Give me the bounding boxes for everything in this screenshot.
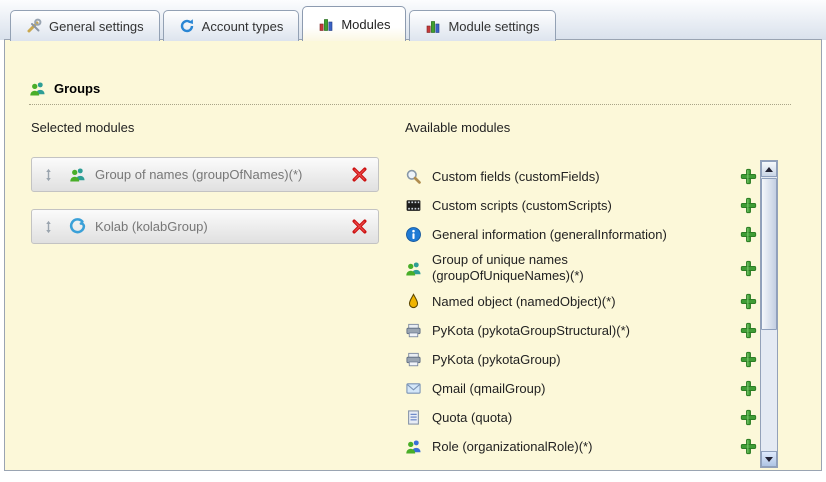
chart-icon [425, 18, 441, 34]
selected-module-item: Kolab (kolabGroup) [31, 209, 379, 244]
available-module-row: PyKota (pykotaGroup) [405, 345, 757, 374]
tab-label: Account types [202, 19, 284, 34]
available-module-row: PyKota (pykotaGroupStructural)(*) [405, 316, 757, 345]
mail-icon [405, 380, 422, 397]
selected-module-label: Group of names (groupOfNames)(*) [95, 167, 351, 182]
section-title: Groups [54, 81, 100, 96]
available-module-row: Role (organizationalRole)(*) [405, 432, 757, 461]
plus-icon[interactable] [740, 322, 757, 339]
wrench-icon [26, 18, 42, 34]
plus-icon[interactable] [740, 293, 757, 310]
drag-handle-icon[interactable] [42, 220, 55, 234]
group-icon [405, 260, 422, 277]
plus-icon[interactable] [740, 351, 757, 368]
tab-modules[interactable]: Modules [302, 6, 406, 41]
available-modules-heading: Available modules [405, 120, 510, 135]
group-icon [69, 166, 86, 183]
available-module-label: General information (generalInformation) [432, 227, 694, 243]
scrollbar-thumb[interactable] [761, 178, 777, 330]
selected-module-item: Group of names (groupOfNames)(*) [31, 157, 379, 192]
plus-icon[interactable] [740, 168, 757, 185]
drag-handle-icon[interactable] [42, 168, 55, 182]
magnifier-icon [405, 168, 422, 185]
plus-icon[interactable] [740, 438, 757, 455]
available-module-row: Named object (namedObject)(*) [405, 287, 757, 316]
quota-icon [405, 409, 422, 426]
available-module-row: Quota (quota) [405, 403, 757, 432]
selected-modules-heading: Selected modules [31, 120, 134, 135]
chart-icon [318, 16, 334, 32]
scroll-down-button[interactable] [761, 451, 777, 467]
plus-icon[interactable] [740, 380, 757, 397]
available-module-label: Role (organizationalRole)(*) [432, 439, 694, 455]
available-module-label: Custom scripts (customScripts) [432, 198, 694, 214]
section-header: Groups [29, 80, 100, 97]
tab-bar: General settings Account types Modules M… [10, 7, 556, 41]
info-icon [405, 226, 422, 243]
available-modules-list: Custom fields (customFields) Custom scri… [405, 162, 757, 461]
available-module-row: Custom scripts (customScripts) [405, 191, 757, 220]
available-module-label: Qmail (qmailGroup) [432, 381, 694, 397]
printer-icon [405, 351, 422, 368]
arrow-down-icon [765, 457, 773, 462]
content-panel: Groups Selected modules Available module… [4, 39, 822, 471]
role-icon [405, 438, 422, 455]
section-divider [29, 104, 791, 105]
tab-label: Module settings [448, 19, 539, 34]
available-module-label: Quota (quota) [432, 410, 694, 426]
tab-label: Modules [341, 17, 390, 32]
available-module-label: PyKota (pykotaGroup) [432, 352, 694, 368]
plus-icon[interactable] [740, 226, 757, 243]
delete-icon[interactable] [351, 218, 368, 235]
selected-module-label: Kolab (kolabGroup) [95, 219, 351, 234]
available-module-label: PyKota (pykotaGroupStructural)(*) [432, 323, 694, 339]
group-icon [29, 80, 46, 97]
lam-configuration-page: General settings Account types Modules M… [0, 0, 826, 482]
tab-general-settings[interactable]: General settings [10, 10, 160, 41]
tab-module-settings[interactable]: Module settings [409, 10, 555, 41]
plus-icon[interactable] [740, 197, 757, 214]
scroll-up-button[interactable] [761, 161, 777, 177]
drop-icon [405, 293, 422, 310]
script-icon [405, 197, 422, 214]
available-module-label: Custom fields (customFields) [432, 169, 694, 185]
available-module-row: Qmail (qmailGroup) [405, 374, 757, 403]
delete-icon[interactable] [351, 166, 368, 183]
arrow-up-icon [765, 167, 773, 172]
available-module-row: General information (generalInformation) [405, 220, 757, 249]
available-modules-scrollbar[interactable] [760, 160, 778, 468]
sync-icon [179, 18, 195, 34]
available-module-row: Group of unique names (groupOfUniqueName… [405, 249, 757, 287]
tab-account-types[interactable]: Account types [163, 10, 300, 41]
available-module-label: Named object (namedObject)(*) [432, 294, 694, 310]
available-module-label: Group of unique names (groupOfUniqueName… [432, 252, 694, 283]
kolab-icon [69, 218, 86, 235]
printer-icon [405, 322, 422, 339]
plus-icon[interactable] [740, 260, 757, 277]
tab-label: General settings [49, 19, 144, 34]
available-module-row: Custom fields (customFields) [405, 162, 757, 191]
plus-icon[interactable] [740, 409, 757, 426]
